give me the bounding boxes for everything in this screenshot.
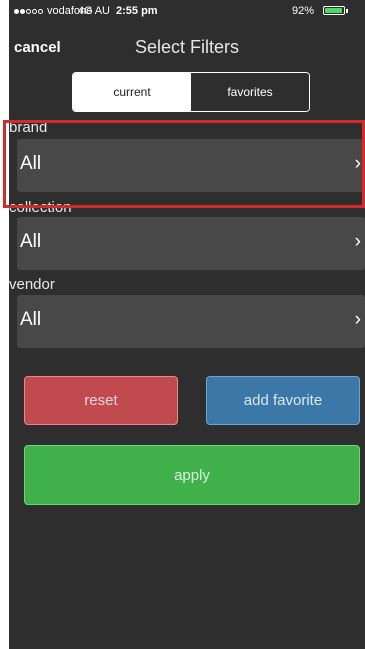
brand-value: All bbox=[20, 153, 42, 174]
segment-current[interactable]: current bbox=[73, 73, 191, 111]
reset-button[interactable]: reset bbox=[24, 376, 178, 425]
signal-dot-icon bbox=[26, 8, 31, 14]
vendor-filter-row[interactable]: All › bbox=[17, 295, 365, 348]
battery-tip bbox=[346, 9, 348, 13]
status-time: 2:55 pm bbox=[116, 5, 158, 17]
signal-dot-icon bbox=[38, 8, 43, 14]
cancel-button[interactable]: cancel bbox=[14, 39, 61, 56]
battery-icon bbox=[323, 6, 345, 15]
battery-percent: 92% bbox=[292, 5, 315, 17]
filter-mode-segmented-control: current favorites bbox=[72, 72, 310, 112]
signal-dot-icon bbox=[32, 8, 37, 14]
chevron-right-icon: › bbox=[354, 153, 361, 174]
signal-dot-icon bbox=[14, 8, 19, 14]
collection-value: All bbox=[20, 231, 42, 252]
status-bar: vodafone AU 4G 2:55 pm 92% bbox=[9, 0, 365, 22]
vendor-label: vendor bbox=[9, 276, 55, 293]
chevron-right-icon: › bbox=[354, 309, 361, 330]
signal-dot-icon bbox=[20, 8, 25, 14]
network-type: 4G bbox=[78, 5, 93, 17]
segment-favorites[interactable]: favorites bbox=[191, 73, 309, 111]
brand-filter-row[interactable]: All › bbox=[17, 139, 365, 192]
add-favorite-button[interactable]: add favorite bbox=[206, 376, 360, 425]
page-title: Select Filters bbox=[134, 37, 240, 57]
apply-button[interactable]: apply bbox=[24, 445, 360, 505]
vendor-value: All bbox=[20, 309, 42, 330]
brand-label: brand bbox=[9, 119, 48, 136]
phone-screen: vodafone AU 4G 2:55 pm 92% Select Filter… bbox=[9, 0, 365, 649]
signal-strength: vodafone AU bbox=[14, 5, 110, 17]
chevron-right-icon: › bbox=[354, 231, 361, 252]
collection-label: collection bbox=[9, 199, 72, 216]
collection-filter-row[interactable]: All › bbox=[17, 217, 365, 270]
